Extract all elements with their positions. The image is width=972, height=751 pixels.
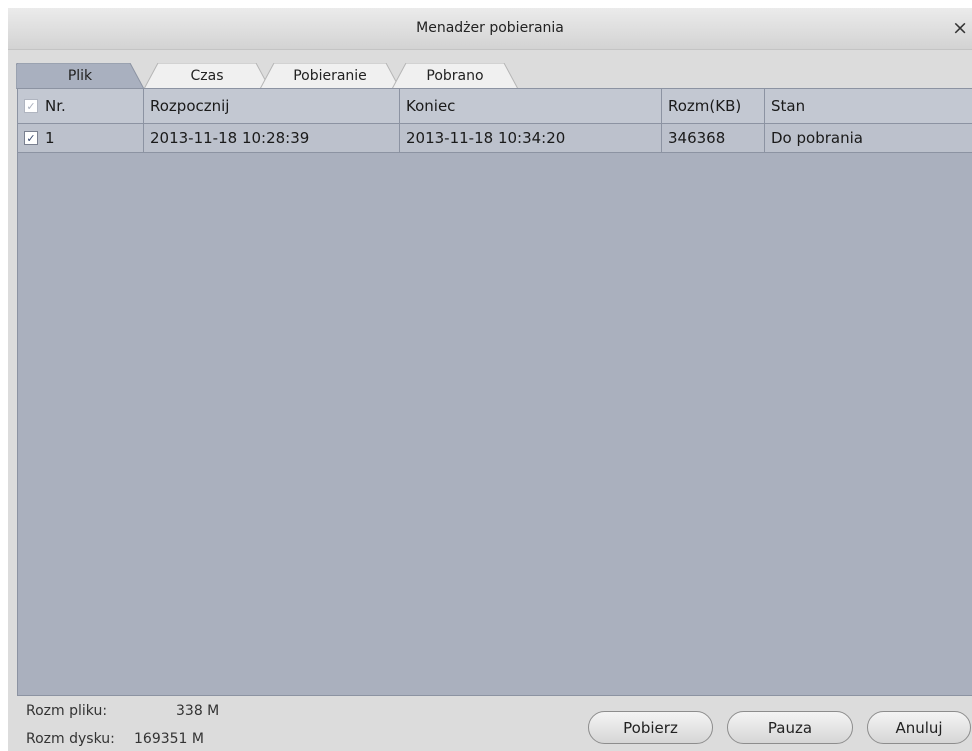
column-label-stan: Stan — [771, 97, 806, 115]
column-label-rozpocznij: Rozpocznij — [150, 97, 230, 115]
window-title: Menadżer pobierania — [416, 20, 564, 36]
column-header-koniec[interactable]: Koniec — [400, 89, 662, 123]
disk-size-label: Rozm dysku: — [26, 731, 115, 747]
tab-plik-label: Plik — [67, 68, 93, 84]
cell-end: 2013-11-18 10:34:20 — [400, 124, 662, 152]
pause-button[interactable]: Pauza — [727, 711, 853, 744]
column-header-size[interactable]: Rozm(KB) — [662, 89, 765, 123]
tab-bar: Plik Czas Pobieranie Pobrano — [16, 63, 972, 89]
cell-status: Do pobrania — [765, 124, 972, 152]
row-size: 346368 — [668, 129, 726, 147]
row-start: 2013-11-18 10:28:39 — [150, 129, 310, 147]
download-button[interactable]: Pobierz — [588, 711, 713, 744]
column-label-koniec: Koniec — [406, 97, 456, 115]
tab-pobrano-label: Pobrano — [426, 68, 484, 84]
select-all-checkbox[interactable]: ✓ — [24, 99, 38, 113]
tab-plik[interactable]: Plik — [16, 63, 144, 89]
file-size-value: 338 M — [176, 703, 220, 719]
cell-nr: ✓ 1 — [18, 124, 144, 152]
cancel-button[interactable]: Anuluj — [867, 711, 971, 744]
table-row[interactable]: ✓ 1 2013-11-18 10:28:39 2013-11-18 10:34… — [18, 124, 972, 153]
row-nr: 1 — [45, 129, 55, 147]
close-icon[interactable]: × — [952, 17, 968, 39]
download-manager-window: Menadżer pobierania × Plik Czas Pobieran… — [8, 8, 972, 751]
column-header-nr[interactable]: ✓ Nr. — [18, 89, 144, 123]
tab-czas[interactable]: Czas — [144, 63, 270, 89]
title-bar: Menadżer pobierania × — [8, 8, 972, 50]
tab-pobieranie-label: Pobieranie — [293, 68, 367, 84]
column-label-nr: Nr. — [45, 97, 66, 115]
column-header-stan[interactable]: Stan — [765, 89, 972, 123]
table-header: ✓ Nr. Rozpocznij Koniec Rozm(KB) Stan — [18, 89, 972, 124]
tab-czas-label: Czas — [190, 68, 224, 84]
file-size-label: Rozm pliku: — [26, 703, 108, 719]
row-checkbox[interactable]: ✓ — [24, 131, 38, 145]
column-header-rozpocznij[interactable]: Rozpocznij — [144, 89, 400, 123]
cell-start: 2013-11-18 10:28:39 — [144, 124, 400, 152]
row-end: 2013-11-18 10:34:20 — [406, 129, 566, 147]
file-list-panel: ✓ Nr. Rozpocznij Koniec Rozm(KB) Stan ✓ … — [17, 88, 972, 696]
row-status: Do pobrania — [771, 129, 863, 147]
tab-pobieranie[interactable]: Pobieranie — [260, 63, 400, 89]
column-label-size: Rozm(KB) — [668, 97, 742, 115]
disk-size-value: 169351 M — [134, 731, 204, 747]
tab-pobrano[interactable]: Pobrano — [392, 63, 518, 89]
cell-size: 346368 — [662, 124, 765, 152]
